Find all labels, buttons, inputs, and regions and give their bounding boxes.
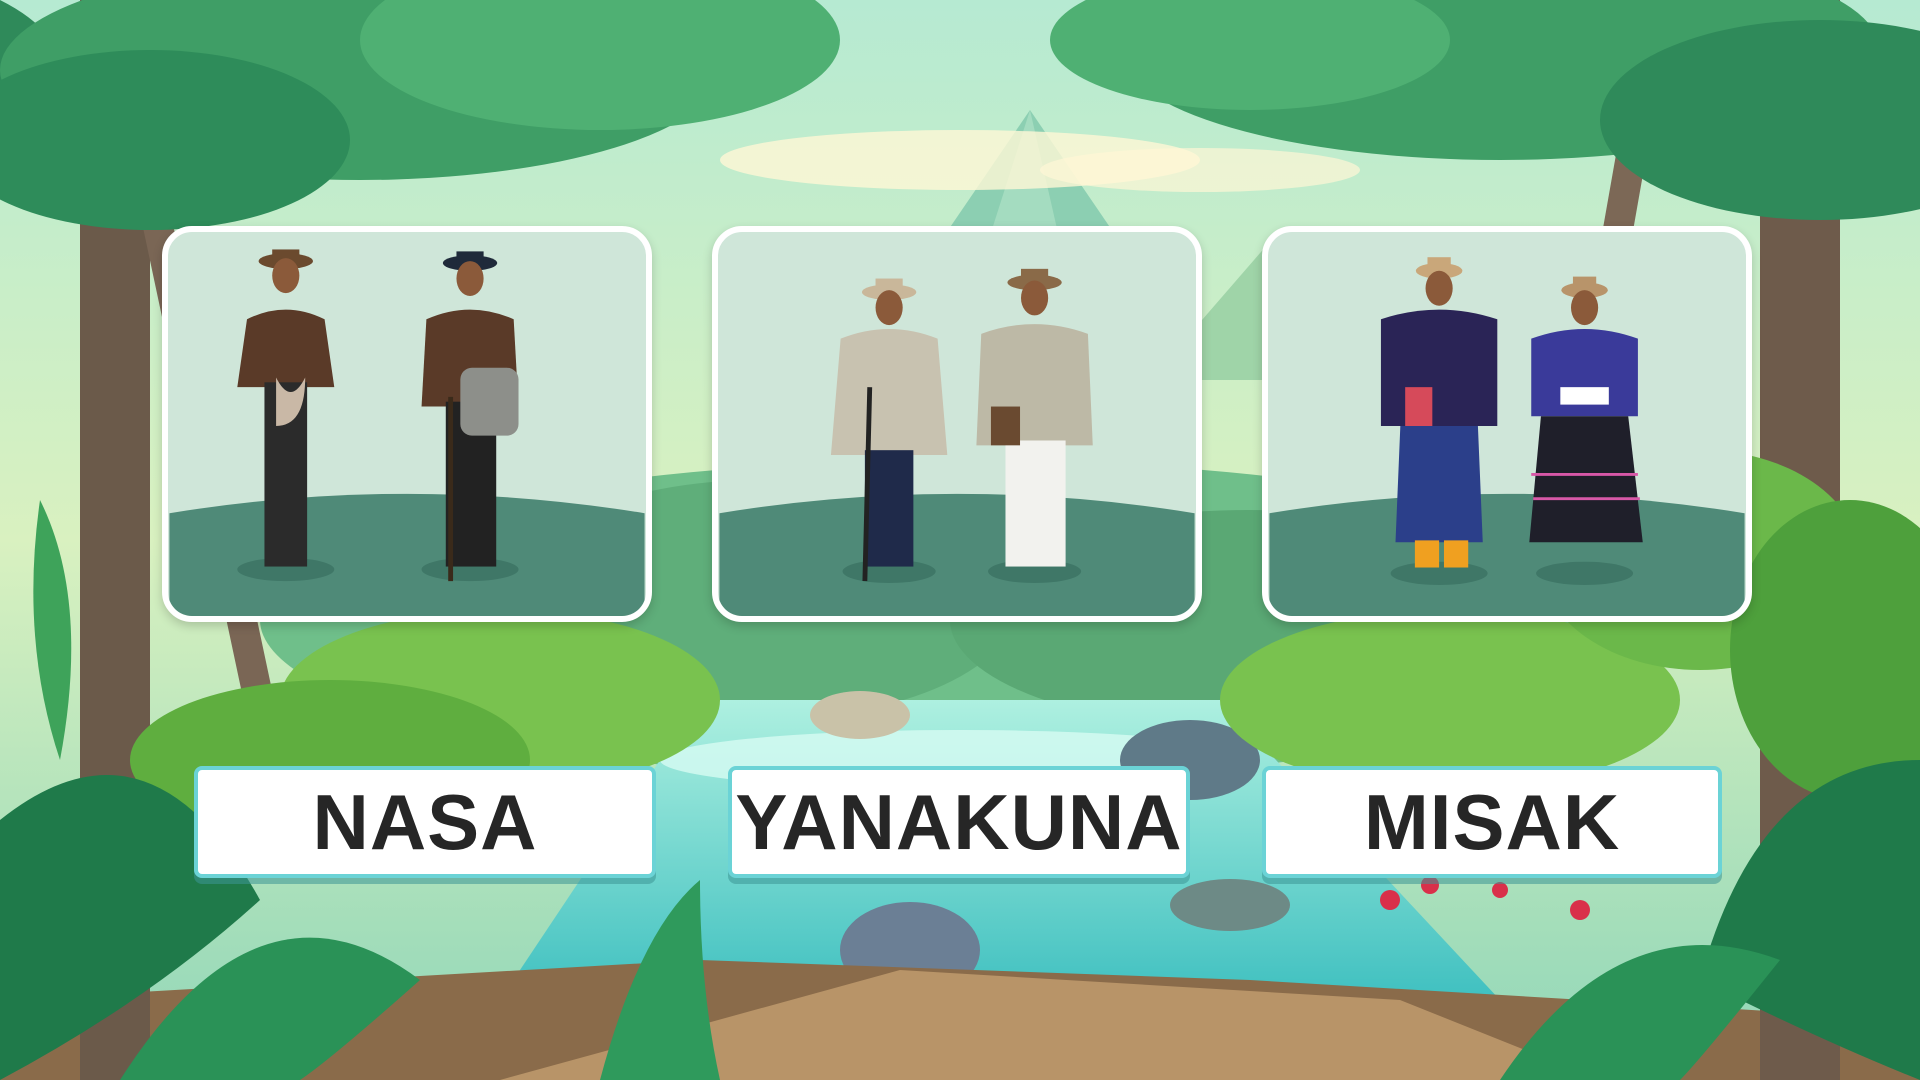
card-yanakuna[interactable] <box>712 226 1202 622</box>
nasa-people-illustration <box>169 249 645 616</box>
label-nasa-text: NASA <box>312 777 538 866</box>
label-nasa-button[interactable]: NASA <box>194 766 656 878</box>
card-misak[interactable] <box>1262 226 1752 622</box>
yanakuna-people-illustration <box>719 268 1195 616</box>
label-yanakuna-text: YANAKUNA <box>735 777 1183 866</box>
label-misak-text: MISAK <box>1363 777 1621 866</box>
label-yanakuna-button[interactable]: YANAKUNA <box>728 766 1190 878</box>
label-misak-button[interactable]: MISAK <box>1262 766 1722 878</box>
card-nasa[interactable] <box>162 226 652 622</box>
misak-people-illustration <box>1269 257 1745 616</box>
